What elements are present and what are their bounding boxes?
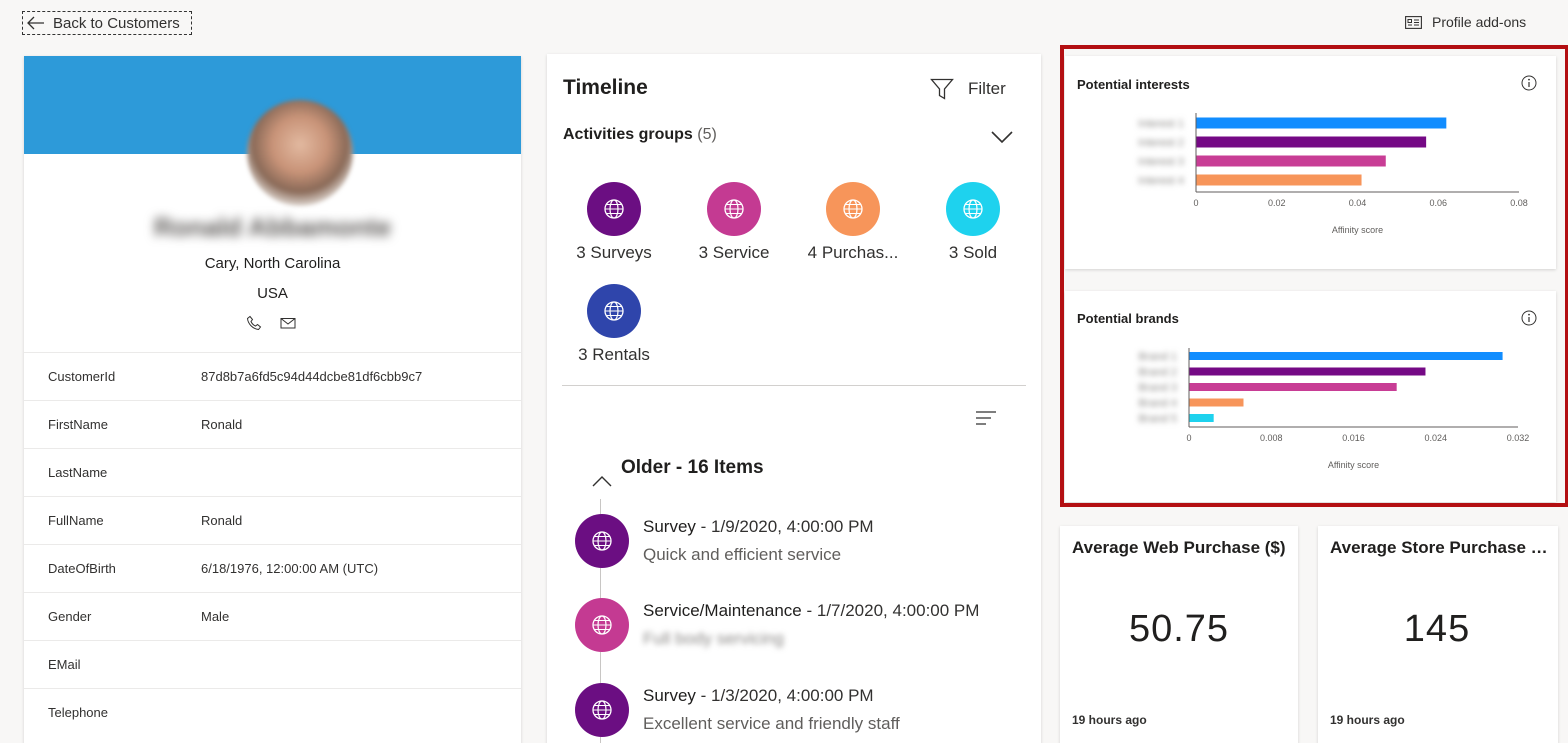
- entry-type: Service/Maintenance: [643, 601, 802, 620]
- entry-type: Survey: [643, 517, 696, 536]
- activity-group[interactable]: 3 Surveys: [554, 182, 674, 263]
- avatar: [247, 100, 353, 206]
- field-value: Ronald: [201, 513, 243, 528]
- entry-detail: Full body servicing: [643, 629, 784, 648]
- activity-group-label: 3 Rentals: [578, 345, 650, 364]
- arrow-left-icon: [27, 16, 44, 30]
- field-row: FirstName Ronald: [24, 400, 521, 448]
- activity-group-circle: [826, 182, 880, 236]
- kpi-updated: 19 hours ago: [1330, 713, 1405, 727]
- divider: [562, 385, 1026, 386]
- highlight-frame: [1060, 45, 1568, 507]
- field-key: Telephone: [48, 705, 108, 720]
- phone-icon[interactable]: [246, 315, 262, 331]
- field-value: Ronald: [201, 417, 243, 432]
- activities-groups-title: Activities groups (5): [563, 126, 717, 144]
- globe-icon: [723, 198, 745, 220]
- entry-date: - 1/7/2020, 4:00:00 PM: [801, 601, 980, 620]
- globe-icon: [603, 300, 625, 322]
- entry-circle: [575, 598, 629, 652]
- entry-circle: [575, 514, 629, 568]
- kpi-value: 145: [1403, 608, 1471, 650]
- filter-icon: [930, 78, 954, 100]
- globe-icon: [962, 198, 984, 220]
- field-row: DateOfBirth 6/18/1976, 12:00:00 AM (UTC): [24, 544, 521, 592]
- back-label: Back to Customers: [53, 14, 180, 32]
- customer-profile-card: Ronald Abbamonte Cary, North Carolina US…: [24, 56, 521, 743]
- entry-circle: [575, 683, 629, 737]
- activity-group-label: 4 Purchas...: [807, 243, 899, 262]
- mail-icon[interactable]: [280, 315, 296, 331]
- field-key: LastName: [48, 465, 108, 480]
- entry-detail: Excellent service and friendly staff: [643, 714, 900, 733]
- field-key: FirstName: [48, 417, 108, 432]
- entry-detail: Quick and efficient service: [643, 545, 842, 564]
- globe-icon: [591, 614, 613, 636]
- addons-label: Profile add-ons: [1432, 14, 1527, 30]
- kpi-title: Average Web Purchase ($): [1072, 538, 1286, 557]
- profile-addons-button[interactable]: Profile add-ons: [1405, 14, 1526, 30]
- activity-group-label: 3 Service: [698, 243, 770, 262]
- globe-icon: [591, 530, 613, 552]
- field-value: 6/18/1976, 12:00:00 AM (UTC): [201, 561, 379, 576]
- customer-city: Cary, North Carolina: [204, 255, 341, 272]
- field-row: Gender Male: [24, 592, 521, 640]
- customer-country: USA: [257, 285, 288, 302]
- kpi-title: Average Store Purchase (...: [1330, 538, 1550, 557]
- kpi-card-store-purchase: Average Store Purchase (... 145 19 hours…: [1318, 526, 1558, 743]
- contact-card-icon: [1405, 15, 1422, 29]
- field-row: FullName Ronald: [24, 496, 521, 544]
- field-row: LastName: [24, 448, 521, 496]
- customer-name: Ronald Abbamonte: [153, 212, 392, 242]
- activities-groups-label: Activities groups: [563, 126, 693, 143]
- field-key: CustomerId: [48, 369, 116, 384]
- older-items-title: Older - 16 Items: [621, 457, 764, 478]
- globe-icon: [591, 699, 613, 721]
- field-key: Gender: [48, 609, 92, 624]
- entry-date: - 1/9/2020, 4:00:00 PM: [695, 517, 874, 536]
- chevron-up-icon[interactable]: [591, 474, 613, 488]
- activity-group[interactable]: 4 Purchas...: [793, 182, 913, 263]
- activity-group[interactable]: 3 Sold: [913, 182, 1033, 263]
- activity-group-circle: [946, 182, 1000, 236]
- kpi-card-web-purchase: Average Web Purchase ($) 50.75 19 hours …: [1060, 526, 1298, 743]
- field-key: DateOfBirth: [48, 561, 116, 576]
- activity-group-circle: [707, 182, 761, 236]
- field-row: CustomerId 87d8b7a6fd5c94d44dcbe81df6cbb9…: [24, 352, 521, 400]
- field-key: FullName: [48, 513, 104, 528]
- timeline-title: Timeline: [563, 76, 648, 99]
- activity-group-circle: [587, 182, 641, 236]
- activity-group[interactable]: 3 Service: [674, 182, 794, 263]
- field-row: Telephone: [24, 688, 521, 736]
- activity-group-circle: [587, 284, 641, 338]
- activity-group-label: 3 Sold: [948, 243, 998, 262]
- field-value: 87d8b7a6fd5c94d44dcbe81df6cbb9c7: [201, 369, 423, 384]
- filter-button[interactable]: Filter: [930, 78, 1006, 100]
- field-row: EMail: [24, 640, 521, 688]
- activity-group-label: 3 Surveys: [576, 243, 652, 262]
- globe-icon: [842, 198, 864, 220]
- chevron-down-icon[interactable]: [990, 130, 1014, 144]
- globe-icon: [603, 198, 625, 220]
- entry-date: - 1/3/2020, 4:00:00 PM: [695, 686, 874, 705]
- activities-groups-count: (5): [697, 126, 717, 143]
- profile-fields: CustomerId 87d8b7a6fd5c94d44dcbe81df6cbb9…: [24, 352, 521, 736]
- activity-group[interactable]: 3 Rentals: [554, 284, 674, 365]
- kpi-updated: 19 hours ago: [1072, 713, 1147, 727]
- field-value: Male: [201, 609, 230, 624]
- entry-type: Survey: [643, 686, 696, 705]
- back-to-customers-button[interactable]: Back to Customers: [22, 11, 192, 35]
- kpi-value: 50.75: [1128, 608, 1230, 650]
- timeline-card: Timeline Filter Activities groups (5) 3 …: [547, 54, 1041, 743]
- sort-icon[interactable]: [975, 410, 997, 426]
- filter-label: Filter: [968, 79, 1006, 98]
- field-key: EMail: [48, 657, 81, 672]
